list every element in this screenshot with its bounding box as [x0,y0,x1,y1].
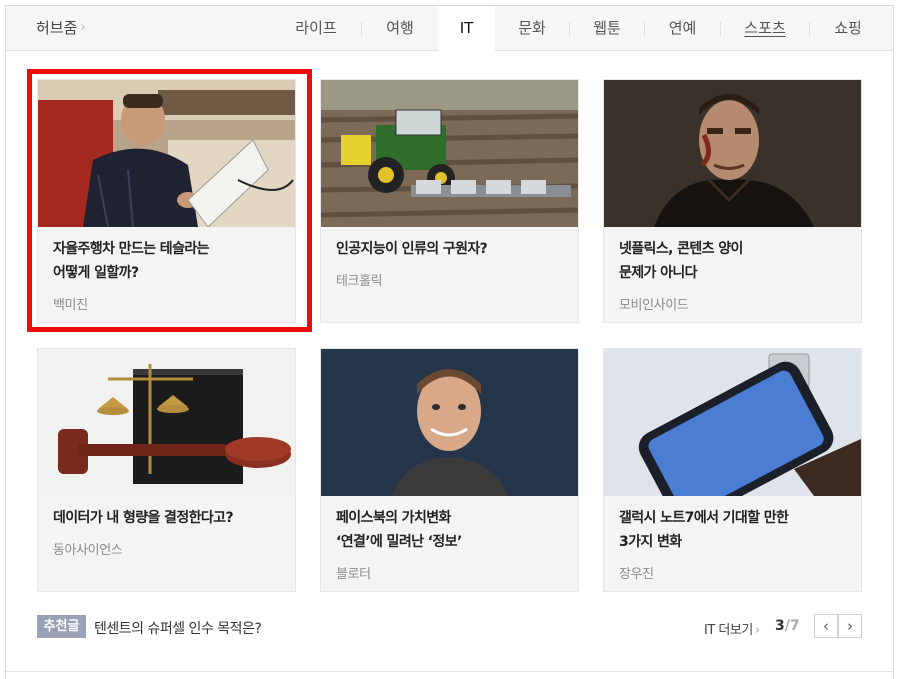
article-card[interactable]: 자율주행차 만드는 테슬라는 어떻게 일할까? 백미진 [37,79,296,323]
musk-office-photo [38,80,295,227]
article-title: 데이터가 내 형량을 결정한다고? [53,510,234,526]
article-source: 동아사이언스 [53,543,123,558]
article-card[interactable]: 인공지능이 인류의 구원자? 테크홀릭 [320,79,579,323]
article-source: 모비인사이드 [619,298,689,313]
tab-sports[interactable]: 스포츠 [721,6,809,51]
next-page-button[interactable]: › [838,614,862,638]
article-thumbnail [604,349,861,496]
article-source: 테크홀릭 [336,274,383,289]
punisher-poster-photo [604,80,861,227]
page-indicator: 3/7 [775,618,800,634]
chevron-right-icon: › [754,623,760,638]
article-thumbnail [321,80,578,227]
tab-culture[interactable]: 문화 [495,6,569,51]
article-thumbnail [604,80,861,227]
page-current: 3 [775,618,785,634]
tab-shopping[interactable]: 쇼핑 [810,6,886,51]
article-title: 인공지능이 인류의 구원자? [336,241,488,257]
hub-home-link[interactable]: 허브줌 › [36,17,86,38]
tab-life[interactable]: 라이프 [277,6,355,51]
page-total: 7 [789,618,800,634]
gavel-scales-photo [38,349,295,496]
chevron-right-icon: › [847,617,853,635]
divider [6,671,893,672]
article-thumbnail [38,80,295,227]
tab-it[interactable]: IT [438,6,495,52]
chevron-left-icon: ‹ [823,617,829,635]
article-card[interactable]: 페이스북의 가치변화 ‘연결’에 밀려난 ‘정보’ 블로터 [320,348,579,592]
prev-page-button[interactable]: ‹ [814,614,838,638]
article-source: 블로터 [336,567,371,582]
article-thumbnail [321,349,578,496]
tractor-field-photo [321,80,578,227]
galaxy-phone-photo [604,349,861,496]
hub-label: 허브줌 [36,19,78,37]
recommend-link[interactable]: 텐센트의 슈퍼셀 인수 목적은? [94,618,262,638]
category-nav: 허브줌 › 라이프 여행 IT 문화 웹툰 연예 스포츠 쇼핑 [6,6,893,52]
tab-entertainment[interactable]: 연예 [645,6,720,51]
tab-travel[interactable]: 여행 [362,6,438,51]
article-card[interactable]: 갤럭시 노트7에서 기대할 만한 3가지 변화 장우진 [603,348,862,592]
zuckerberg-portrait-photo [321,349,578,496]
article-title: 갤럭시 노트7에서 기대할 만한 3가지 변화 [619,510,789,550]
article-card[interactable]: 넷플릭스, 콘텐츠 양이 문제가 아니다 모비인사이드 [603,79,862,323]
chevron-right-icon: › [80,20,86,35]
article-thumbnail [38,349,295,496]
recommend-badge: 추천글 [37,615,86,638]
more-link[interactable]: IT 더보기 › [704,619,760,638]
tab-webtoon[interactable]: 웹툰 [570,6,644,51]
article-title: 자율주행차 만드는 테슬라는 어떻게 일할까? [53,241,210,281]
hub-widget: 허브줌 › 라이프 여행 IT 문화 웹툰 연예 스포츠 쇼핑 자율주행차 만드… [5,5,894,679]
article-title: 페이스북의 가치변화 ‘연결’에 밀려난 ‘정보’ [336,510,462,550]
article-source: 백미진 [53,298,88,313]
article-source: 장우진 [619,567,654,582]
article-title: 넷플릭스, 콘텐츠 양이 문제가 아니다 [619,241,743,281]
more-label: IT 더보기 [704,623,753,638]
article-card[interactable]: 데이터가 내 형량을 결정한다고? 동아사이언스 [37,348,296,592]
